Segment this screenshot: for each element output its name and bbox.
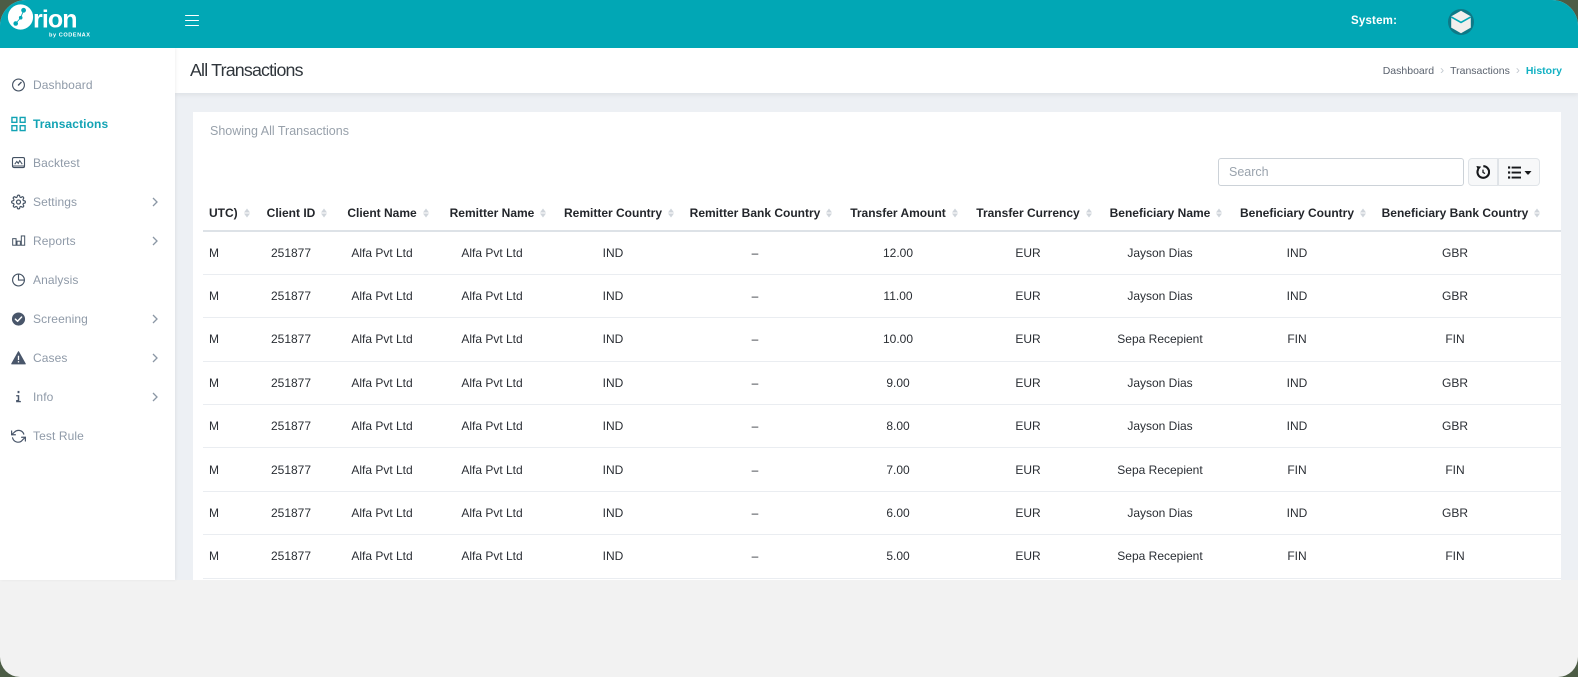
- svg-text:rion: rion: [33, 6, 77, 34]
- svg-text:by CODENAX: by CODENAX: [49, 33, 91, 39]
